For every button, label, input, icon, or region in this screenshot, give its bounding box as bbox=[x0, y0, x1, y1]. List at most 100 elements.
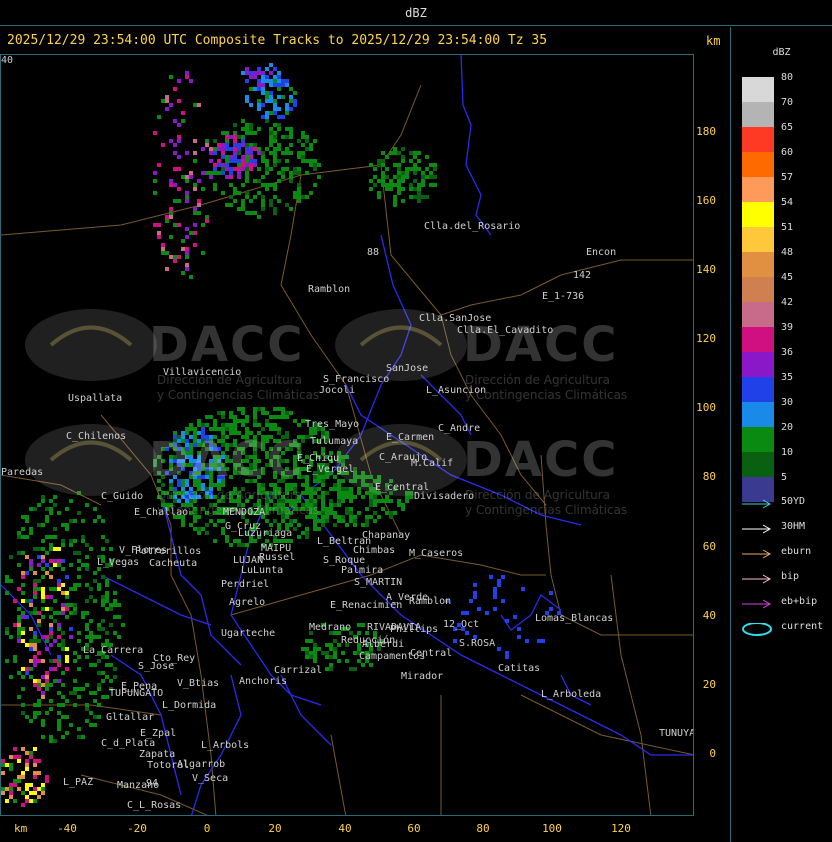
echo-pixel bbox=[325, 655, 329, 659]
echo-pixel bbox=[265, 163, 269, 167]
echo-pixel bbox=[165, 107, 169, 111]
echo-pixel bbox=[261, 407, 265, 411]
echo-pixel bbox=[93, 723, 97, 727]
place-label: L_PAZ bbox=[63, 777, 94, 788]
legend-label: current bbox=[781, 621, 824, 632]
echo-pixel bbox=[49, 623, 53, 627]
place-label: S_Jose bbox=[138, 661, 175, 672]
echo-pixel bbox=[277, 107, 281, 111]
echo-pixel bbox=[269, 139, 273, 143]
echo-pixel bbox=[25, 643, 29, 647]
colorbar-swatch bbox=[742, 177, 774, 202]
echo-pixel bbox=[21, 687, 25, 691]
place-label: Catitas bbox=[498, 663, 541, 674]
echo-pixel bbox=[173, 143, 177, 147]
echo-pixel bbox=[185, 199, 189, 203]
echo-pixel bbox=[321, 475, 325, 479]
echo-pixel bbox=[277, 427, 281, 431]
echo-pixel bbox=[397, 167, 401, 171]
echo-pixel bbox=[225, 423, 229, 427]
echo-pixel bbox=[349, 511, 353, 515]
echo-pixel bbox=[265, 147, 269, 151]
echo-pixel bbox=[205, 423, 209, 427]
echo-pixel bbox=[245, 167, 249, 171]
echo-pixel bbox=[61, 559, 65, 563]
echo-pixel bbox=[273, 147, 277, 151]
echo-pixel bbox=[417, 167, 421, 171]
echo-pixel bbox=[241, 423, 245, 427]
echo-pixel bbox=[537, 639, 541, 643]
echo-pixel bbox=[401, 175, 405, 179]
echo-pixel bbox=[277, 407, 281, 411]
echo-pixel bbox=[65, 647, 69, 651]
echo-pixel bbox=[301, 151, 305, 155]
echo-pixel bbox=[1, 763, 5, 767]
echo-pixel bbox=[189, 231, 193, 235]
echo-pixel bbox=[57, 723, 61, 727]
y-axis-unit: km bbox=[706, 34, 721, 48]
echo-pixel bbox=[349, 515, 353, 519]
echo-pixel bbox=[397, 163, 401, 167]
echo-pixel bbox=[85, 583, 89, 587]
track-arrow-icon bbox=[742, 499, 772, 509]
echo-pixel bbox=[253, 179, 257, 183]
echo-pixel bbox=[421, 183, 425, 187]
echo-pixel bbox=[201, 171, 205, 175]
echo-pixel bbox=[329, 647, 333, 651]
echo-pixel bbox=[21, 747, 25, 751]
echo-pixel bbox=[525, 639, 529, 643]
echo-pixel bbox=[389, 151, 393, 155]
echo-pixel bbox=[101, 595, 105, 599]
echo-pixel bbox=[229, 135, 233, 139]
echo-pixel bbox=[25, 671, 29, 675]
echo-pixel bbox=[293, 195, 297, 199]
echo-pixel bbox=[37, 623, 41, 627]
echo-pixel bbox=[393, 183, 397, 187]
echo-pixel bbox=[297, 191, 301, 195]
echo-pixel bbox=[33, 703, 37, 707]
echo-pixel bbox=[221, 143, 225, 147]
echo-pixel bbox=[33, 679, 37, 683]
echo-pixel bbox=[321, 515, 325, 519]
echo-pixel bbox=[505, 619, 509, 623]
colorbar-swatch bbox=[742, 252, 774, 277]
x-tick-label: 80 bbox=[476, 822, 490, 835]
watermark-brand: DACC bbox=[149, 317, 305, 373]
echo-pixel bbox=[277, 199, 281, 203]
echo-pixel bbox=[65, 507, 69, 511]
echo-pixel bbox=[213, 187, 217, 191]
echo-pixel bbox=[157, 235, 161, 239]
place-label: Central bbox=[410, 648, 453, 659]
echo-pixel bbox=[49, 595, 53, 599]
echo-pixel bbox=[209, 427, 213, 431]
echo-pixel bbox=[29, 603, 33, 607]
echo-pixel bbox=[373, 183, 377, 187]
echo-pixel bbox=[261, 75, 265, 79]
echo-pixel bbox=[405, 171, 409, 175]
echo-pixel bbox=[265, 119, 269, 123]
radar-map[interactable]: DACC Dirección de Agricultura y Continge… bbox=[0, 54, 694, 816]
echo-pixel bbox=[309, 639, 313, 643]
echo-pixel bbox=[321, 447, 325, 451]
echo-pixel bbox=[89, 711, 93, 715]
echo-pixel bbox=[277, 523, 281, 527]
echo-pixel bbox=[213, 139, 217, 143]
echo-pixel bbox=[53, 679, 57, 683]
echo-pixel bbox=[97, 635, 101, 639]
echo-pixel bbox=[249, 123, 253, 127]
echo-pixel bbox=[233, 539, 237, 543]
echo-pixel bbox=[37, 699, 41, 703]
echo-pixel bbox=[293, 419, 297, 423]
echo-pixel bbox=[5, 763, 9, 767]
echo-pixel bbox=[397, 151, 401, 155]
echo-pixel bbox=[273, 211, 277, 215]
echo-pixel bbox=[261, 83, 265, 87]
echo-pixel bbox=[233, 423, 237, 427]
echo-pixel bbox=[41, 675, 45, 679]
echo-pixel bbox=[45, 635, 49, 639]
echo-pixel bbox=[93, 599, 97, 603]
echo-pixel bbox=[249, 71, 253, 75]
echo-pixel bbox=[65, 615, 69, 619]
echo-pixel bbox=[297, 151, 301, 155]
echo-pixel bbox=[17, 607, 21, 611]
